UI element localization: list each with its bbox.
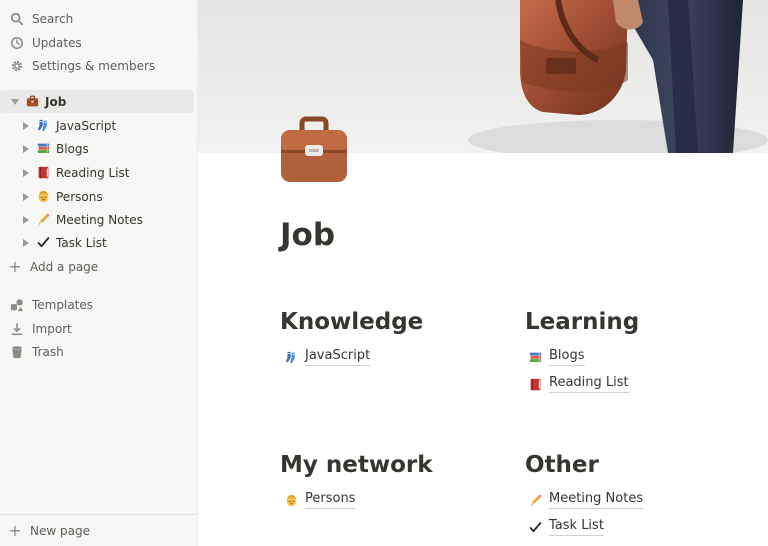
sidebar: Search Updates Settings & members Job Ja… <box>0 0 198 546</box>
sidebar-search-label: Search <box>32 11 74 26</box>
link-blogs[interactable]: Blogs <box>528 347 585 367</box>
section-heading-other[interactable]: Other <box>525 452 599 478</box>
check-mark-icon <box>528 520 542 534</box>
sidebar-templates-label: Templates <box>32 297 94 312</box>
page-icon-briefcase[interactable] <box>280 116 348 184</box>
sidebar-settings-label: Settings & members <box>32 58 156 73</box>
plus-icon: + <box>8 520 22 540</box>
toggle-closed-icon[interactable] <box>20 143 32 155</box>
gear-icon <box>9 58 25 74</box>
sidebar-item-javascript[interactable]: JavaScript <box>0 114 194 137</box>
toggle-closed-icon[interactable] <box>20 191 32 203</box>
sidebar-trash[interactable]: Trash <box>0 340 194 363</box>
toggle-open-icon[interactable] <box>9 96 21 108</box>
sidebar-import-label: Import <box>32 321 72 336</box>
books-icon <box>528 350 542 364</box>
add-page-button[interactable]: + Add a page <box>0 255 194 278</box>
socks-icon <box>36 119 50 133</box>
new-page-label: New page <box>30 523 90 538</box>
red-book-icon <box>36 166 50 180</box>
check-mark-icon <box>36 236 50 250</box>
person-icon <box>284 493 298 507</box>
search-icon <box>9 11 25 27</box>
person-icon <box>36 190 50 204</box>
pencil-icon <box>528 493 542 507</box>
link-meeting-notes[interactable]: Meeting Notes <box>528 490 644 510</box>
sidebar-page-job-label: Job <box>45 94 67 109</box>
sidebar-import[interactable]: Import <box>0 317 194 340</box>
sidebar-updates[interactable]: Updates <box>0 31 194 54</box>
section-heading-my-network[interactable]: My network <box>280 452 433 478</box>
sidebar-templates[interactable]: Templates <box>0 293 194 316</box>
new-page-button[interactable]: + New page <box>0 514 198 546</box>
sidebar-item-label: Blogs <box>56 141 89 156</box>
toggle-closed-icon[interactable] <box>20 214 32 226</box>
sidebar-item-label: JavaScript <box>56 118 117 133</box>
link-reading-list[interactable]: Reading List <box>528 374 629 394</box>
socks-icon <box>284 350 298 364</box>
section-heading-knowledge[interactable]: Knowledge <box>280 309 423 335</box>
section-heading-learning[interactable]: Learning <box>525 309 639 335</box>
link-label: Persons <box>305 491 356 509</box>
toggle-closed-icon[interactable] <box>20 167 32 179</box>
sidebar-item-blogs[interactable]: Blogs <box>0 137 194 160</box>
sidebar-item-reading-list[interactable]: Reading List <box>0 161 194 184</box>
sidebar-updates-label: Updates <box>32 35 82 50</box>
sidebar-item-label: Meeting Notes <box>56 212 143 227</box>
sidebar-page-job[interactable]: Job <box>0 90 194 113</box>
shapes-icon <box>9 297 25 313</box>
sidebar-settings[interactable]: Settings & members <box>0 54 194 77</box>
link-javascript[interactable]: JavaScript <box>284 347 371 367</box>
sidebar-item-task-list[interactable]: Task List <box>0 231 194 254</box>
clock-icon <box>9 35 25 51</box>
download-icon <box>9 321 25 337</box>
add-page-label: Add a page <box>30 259 99 274</box>
trash-icon <box>9 344 25 360</box>
books-icon <box>36 142 50 156</box>
link-label: Reading List <box>549 375 629 393</box>
pencil-icon <box>36 213 50 227</box>
sidebar-item-meeting-notes[interactable]: Meeting Notes <box>0 208 194 231</box>
sidebar-item-label: Reading List <box>56 165 130 180</box>
sidebar-item-persons[interactable]: Persons <box>0 185 194 208</box>
sidebar-item-label: Persons <box>56 189 103 204</box>
link-persons[interactable]: Persons <box>284 490 356 510</box>
toggle-closed-icon[interactable] <box>20 120 32 132</box>
plus-icon: + <box>8 256 22 276</box>
link-task-list[interactable]: Task List <box>528 517 604 537</box>
link-label: Task List <box>549 518 604 536</box>
sidebar-search[interactable]: Search <box>0 7 194 30</box>
sidebar-trash-label: Trash <box>32 344 64 359</box>
page-title[interactable]: Job <box>280 217 335 253</box>
page-content: Job Knowledge JavaScript Learning Blogs … <box>198 0 768 546</box>
link-label: Blogs <box>549 348 585 366</box>
red-book-icon <box>528 377 542 391</box>
sidebar-item-label: Task List <box>56 235 107 250</box>
toggle-closed-icon[interactable] <box>20 237 32 249</box>
briefcase-icon <box>25 95 39 109</box>
link-label: JavaScript <box>305 348 371 366</box>
link-label: Meeting Notes <box>549 491 644 509</box>
